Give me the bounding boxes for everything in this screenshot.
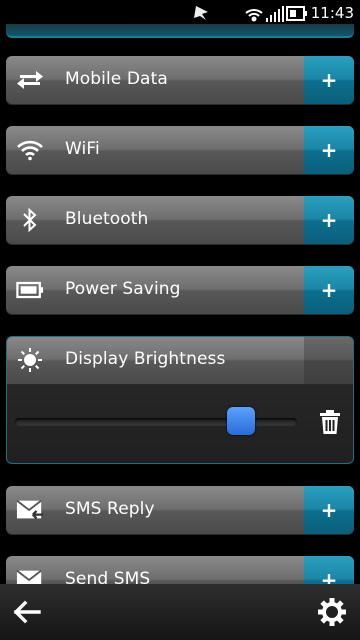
mobile-data-icon: [16, 66, 44, 94]
wifi-icon: [16, 136, 44, 164]
battery-status-icon: [286, 6, 307, 21]
tile-label: Mobile Data: [65, 69, 168, 89]
tile-mobile-data[interactable]: Mobile Data +: [6, 56, 354, 104]
brightness-toggle-area[interactable]: [304, 337, 353, 384]
back-arrow-icon[interactable]: [12, 598, 44, 626]
tile-bluetooth[interactable]: Bluetooth +: [6, 196, 354, 244]
tile-label: Bluetooth: [65, 209, 149, 229]
sms-reply-icon: [16, 496, 44, 524]
wifi-status-icon: [245, 9, 263, 22]
brightness-icon: [16, 346, 44, 374]
brightness-slider[interactable]: [15, 407, 297, 435]
bluetooth-icon: [16, 206, 44, 234]
tile-display-brightness[interactable]: Display Brightness: [7, 337, 353, 384]
brightness-slider-thumb[interactable]: [226, 407, 255, 435]
tile-sms-reply[interactable]: SMS Reply +: [6, 486, 354, 534]
gear-icon[interactable]: [316, 596, 348, 628]
add-sms-reply-button[interactable]: +: [304, 486, 354, 534]
tile-label: WiFi: [65, 139, 100, 159]
add-wifi-button[interactable]: +: [304, 126, 354, 174]
add-mobile-data-button[interactable]: +: [304, 56, 354, 104]
trash-icon[interactable]: [317, 409, 343, 435]
tile-label: Display Brightness: [65, 349, 226, 369]
tile-wifi[interactable]: WiFi +: [6, 126, 354, 174]
notification-icon: [194, 6, 208, 20]
status-icons: [188, 4, 308, 24]
tile-label: SMS Reply: [65, 499, 155, 519]
signal-strength-icon: [266, 6, 284, 22]
previous-panel-edge: [6, 24, 354, 38]
add-bluetooth-button[interactable]: +: [304, 196, 354, 244]
add-power-saving-button[interactable]: +: [304, 266, 354, 314]
tile-label: Power Saving: [65, 279, 181, 299]
status-time: 11:43: [310, 4, 354, 22]
tile-power-saving[interactable]: Power Saving +: [6, 266, 354, 314]
brightness-panel: Display Brightness: [6, 336, 354, 464]
battery-icon: [16, 276, 44, 304]
bottom-toolbar: [0, 584, 360, 640]
